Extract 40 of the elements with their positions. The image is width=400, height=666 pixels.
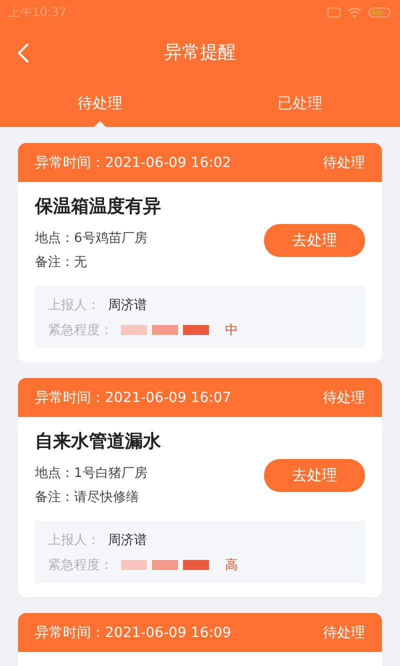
urgency-label: 紧急程度：	[48, 556, 113, 574]
reporter-name: 周济谱	[108, 532, 147, 548]
location-value: 1号白猪厂房	[74, 465, 148, 482]
reporter-name: 周济谱	[108, 296, 147, 314]
alarm-time: 异常时间：2021-06-09 16:02	[35, 154, 232, 172]
urgency-level: 中	[225, 322, 238, 338]
handle-button[interactable]: 去处理	[264, 224, 365, 256]
urgency-level: 高	[225, 556, 238, 574]
note-label: 备注：	[35, 254, 74, 271]
status-label: 待处理	[323, 624, 365, 642]
tab[interactable]: 已处理	[200, 80, 400, 127]
sim-icon	[327, 6, 341, 18]
handle-button[interactable]: 去处理	[264, 458, 365, 492]
status-label: 待处理	[323, 388, 365, 406]
location-label: 地点：	[35, 465, 74, 482]
status-label: 待处理	[323, 154, 365, 172]
alarm-time: 异常时间：2021-06-09 16:09	[35, 624, 232, 642]
note-label: 备注：	[35, 489, 74, 506]
wifi-icon	[347, 6, 362, 18]
urgency-bar	[152, 560, 178, 570]
reporter-label: 上报人：	[48, 532, 100, 548]
note-value: 无	[74, 254, 87, 271]
location-value: 6号鸡苗厂房	[74, 230, 148, 247]
status-time: 上午10:37	[8, 4, 67, 20]
urgency-bar	[121, 324, 147, 334]
urgency-bar	[183, 324, 209, 334]
battery-icon	[368, 6, 392, 18]
urgency-bar	[183, 560, 209, 570]
alarm-title: 保温箱温度有异	[35, 195, 161, 218]
tab[interactable]: 待处理	[0, 80, 200, 127]
alarm-time: 异常时间：2021-06-09 16:07	[35, 388, 232, 406]
alarm-title: 自来水管道漏水	[35, 430, 161, 453]
back-icon[interactable]	[16, 42, 30, 64]
reporter-label: 上报人：	[48, 296, 100, 314]
location-label: 地点：	[35, 230, 74, 247]
page-title: 异常提醒	[164, 41, 236, 64]
urgency-bar	[152, 324, 178, 334]
note-value: 请尽快修缮	[74, 489, 139, 506]
urgency-label: 紧急程度：	[48, 322, 113, 338]
urgency-bar	[121, 560, 147, 570]
